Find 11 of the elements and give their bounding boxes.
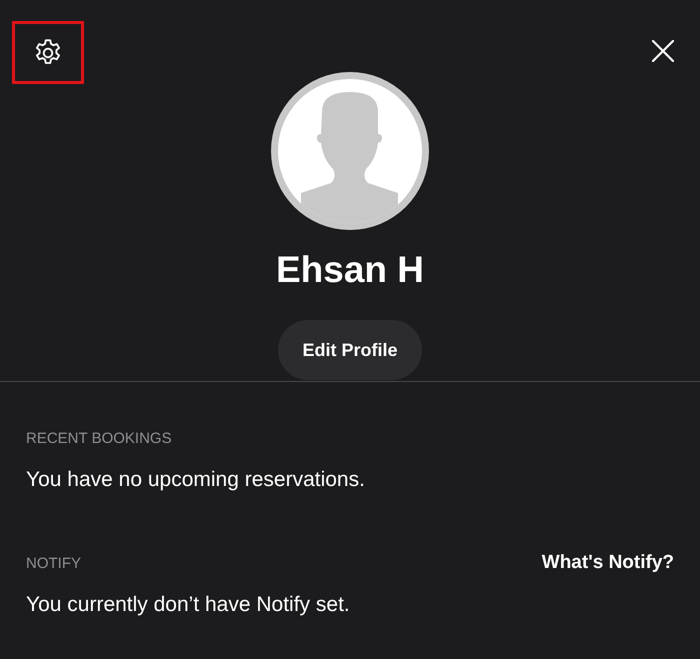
- close-button[interactable]: [652, 40, 674, 62]
- section-heading: RECENT BOOKINGS: [26, 430, 172, 446]
- section-message: You have no upcoming reservations.: [26, 467, 366, 493]
- settings-button[interactable]: [12, 21, 84, 84]
- edit-profile-button[interactable]: Edit Profile: [278, 320, 422, 380]
- avatar-icon: [271, 72, 429, 230]
- close-icon: [652, 40, 674, 62]
- whats-notify-link[interactable]: What's Notify?: [542, 552, 674, 574]
- section-message: You currently don’t have Notify set.: [26, 592, 351, 618]
- section-heading: NOTIFY: [26, 554, 81, 572]
- profile-name: Ehsan H: [276, 248, 424, 292]
